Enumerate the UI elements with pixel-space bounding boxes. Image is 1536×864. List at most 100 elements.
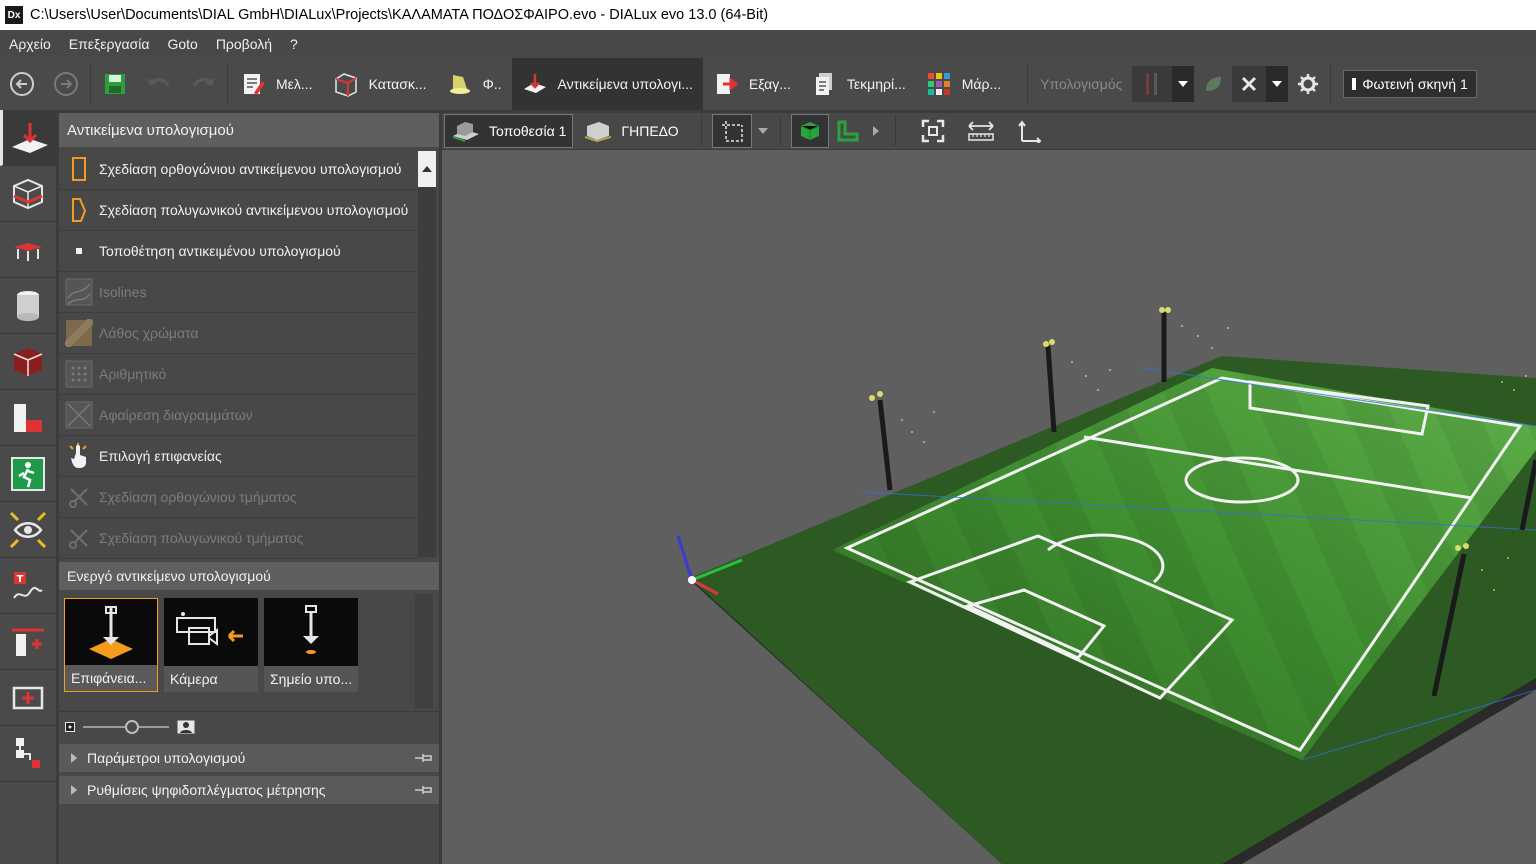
location-button[interactable]: Τοποθεσία 1 (444, 114, 574, 148)
tab-label: Μάρ... (961, 76, 1002, 92)
undo-icon (148, 78, 170, 87)
tab-construction[interactable]: Κατασκ... (323, 58, 437, 110)
tool-label: Isolines (99, 284, 147, 300)
wireframe-cube-icon (13, 178, 43, 209)
forward-button[interactable] (44, 58, 88, 110)
save-button[interactable] (93, 58, 137, 110)
volume-calc-button[interactable] (0, 334, 56, 390)
menu-help[interactable]: ? (281, 36, 307, 52)
close-icon (1242, 76, 1257, 92)
window-title: C:\Users\User\Documents\DIAL GmbH\DIALux… (30, 7, 769, 23)
undo-button[interactable] (137, 58, 181, 110)
tool-draw-polygon[interactable]: Σχεδίαση πολυγωνικού αντικείμενου υπολογ… (59, 190, 417, 231)
panel-title: Αντικείμενα υπολογισμού (59, 113, 439, 147)
pin-icon[interactable] (415, 752, 433, 764)
view-more-button[interactable] (867, 114, 885, 148)
coordinate-system-button[interactable] (1006, 114, 1052, 148)
tab-marketplace[interactable]: Μάρ... (916, 58, 1011, 110)
svg-text:T: T (17, 574, 24, 585)
cylinder-button[interactable] (0, 278, 56, 334)
card-camera[interactable]: Κάμερα (164, 598, 258, 692)
selection-dropdown[interactable] (752, 114, 774, 148)
menu-bar: Αρχείο Επεξεργασία Goto Προβολή ? (0, 30, 1536, 58)
surface-area-button[interactable] (0, 390, 56, 446)
tool-select-surface[interactable]: Επιλογή επιφανείας (59, 436, 417, 477)
tab-documentation[interactable]: Τεκμηρί... (801, 58, 916, 110)
section-plus-icon (12, 628, 44, 656)
arrow-right-circle-icon (54, 72, 78, 96)
add-section-button[interactable] (0, 614, 56, 670)
tool-cut-rectangle[interactable]: Σχεδίαση ορθογώνιου τμήματος (59, 477, 417, 518)
l-shape-icon (14, 403, 42, 432)
section-label: Παράμετροι υπολογισμού (87, 750, 246, 766)
pin-icon[interactable] (415, 784, 433, 796)
menu-view[interactable]: Προβολή (207, 36, 281, 52)
back-button[interactable] (0, 58, 44, 110)
text-annotation-button[interactable]: T (0, 558, 56, 614)
menu-goto[interactable]: Goto (158, 36, 206, 52)
calculate-label: Υπολογισμός (1040, 76, 1123, 92)
add-viewpoint-button[interactable] (0, 670, 56, 726)
calculate-dropdown[interactable] (1172, 66, 1195, 102)
tool-isolines[interactable]: Isolines (59, 272, 417, 313)
workplane-button[interactable] (0, 222, 56, 278)
light-scene-button[interactable]: Φωτεινή σκηνή 1 (1343, 70, 1477, 98)
main-toolbar: Μελ... Κατασκ... Φ.. Αντικείμενα υπολογι… (0, 58, 1536, 110)
redo-button[interactable] (181, 58, 225, 110)
calculate-button[interactable] (1132, 66, 1173, 102)
cards-scrollbar[interactable] (415, 594, 433, 708)
hierarchy-button[interactable] (0, 726, 56, 782)
calc-parameters-section[interactable]: Παράμετροι υπολογισμού (59, 744, 439, 772)
tool-numeric[interactable]: Αριθμητικό (59, 354, 417, 395)
measure-button[interactable] (956, 114, 1006, 148)
slider-thumb[interactable] (125, 719, 139, 734)
tab-export[interactable]: Εξαγ... (703, 58, 801, 110)
energy-button[interactable] (1194, 58, 1232, 110)
gear-icon (1298, 74, 1319, 94)
glare-view-button[interactable] (0, 502, 56, 558)
menu-file[interactable]: Αρχείο (0, 36, 60, 52)
tool-cut-polygon[interactable]: Σχεδίαση πολυγωνικού τμήματος (59, 518, 417, 559)
chevron-down-icon (757, 128, 768, 134)
export-icon (716, 74, 739, 94)
3d-viewport[interactable] (442, 150, 1536, 864)
eye-icon (9, 511, 47, 548)
zoom-extents-button[interactable] (910, 114, 956, 148)
scroll-up-button[interactable] (418, 151, 436, 187)
cut-polygon-icon (69, 529, 88, 549)
room-calc-button[interactable] (0, 166, 56, 222)
tool-list-scrollbar[interactable] (418, 151, 436, 557)
selection-mode-button[interactable] (711, 114, 752, 148)
3d-view-button[interactable] (790, 114, 829, 148)
building-button[interactable]: ΓΗΠΕΔΟ (577, 114, 684, 148)
card-surface[interactable]: Επιφάνεια... (64, 598, 158, 692)
card-calc-point[interactable]: Σημείο υπο... (264, 598, 358, 692)
terrain-icon (453, 122, 479, 142)
calc-object-cards: Επιφάνεια... Κάμερα Σημείο υπο... (64, 598, 358, 692)
tool-place-calc-object[interactable]: Τοποθέτηση αντικειμένου υπολογισμού (59, 231, 417, 272)
rectangle-draw-icon (72, 157, 86, 181)
tab-calculation-objects[interactable]: Αντικείμενα υπολογι... (511, 58, 703, 110)
cancel-calculation-button[interactable] (1232, 66, 1267, 102)
tab-luminaires[interactable]: Φ.. (437, 58, 512, 110)
tool-false-colors[interactable]: Λάθος χρώματα (59, 313, 417, 354)
construction-icon (334, 73, 357, 97)
calc-objects-mode-button[interactable] (0, 110, 56, 166)
emergency-exit-icon (11, 456, 45, 491)
tab-project[interactable]: Μελ... (230, 58, 323, 110)
tool-draw-rectangle[interactable]: Σχεδίαση ορθογώνιου αντικείμενου υπολογι… (59, 149, 417, 190)
save-icon (105, 74, 125, 94)
frame-plus-icon (12, 686, 44, 709)
green-l-shape-icon (837, 120, 859, 142)
emergency-exit-button[interactable] (0, 446, 56, 502)
menu-edit[interactable]: Επεξεργασία (60, 36, 159, 52)
tool-remove-diagrams[interactable]: Αφαίρεση διαγραμμάτων (59, 395, 417, 436)
floor-plan-button[interactable] (829, 114, 867, 148)
measurement-grid-section[interactable]: Ρυθμίσεις ψηφιδοπλέγματος μέτρησης (59, 776, 439, 804)
thumbnail-size-slider[interactable] (59, 711, 439, 741)
chevron-down-icon (1272, 81, 1283, 87)
settings-button[interactable] (1288, 58, 1328, 110)
surface-calc-icon (89, 606, 133, 659)
tab-label: Κατασκ... (368, 76, 427, 92)
cancel-dropdown[interactable] (1266, 66, 1289, 102)
